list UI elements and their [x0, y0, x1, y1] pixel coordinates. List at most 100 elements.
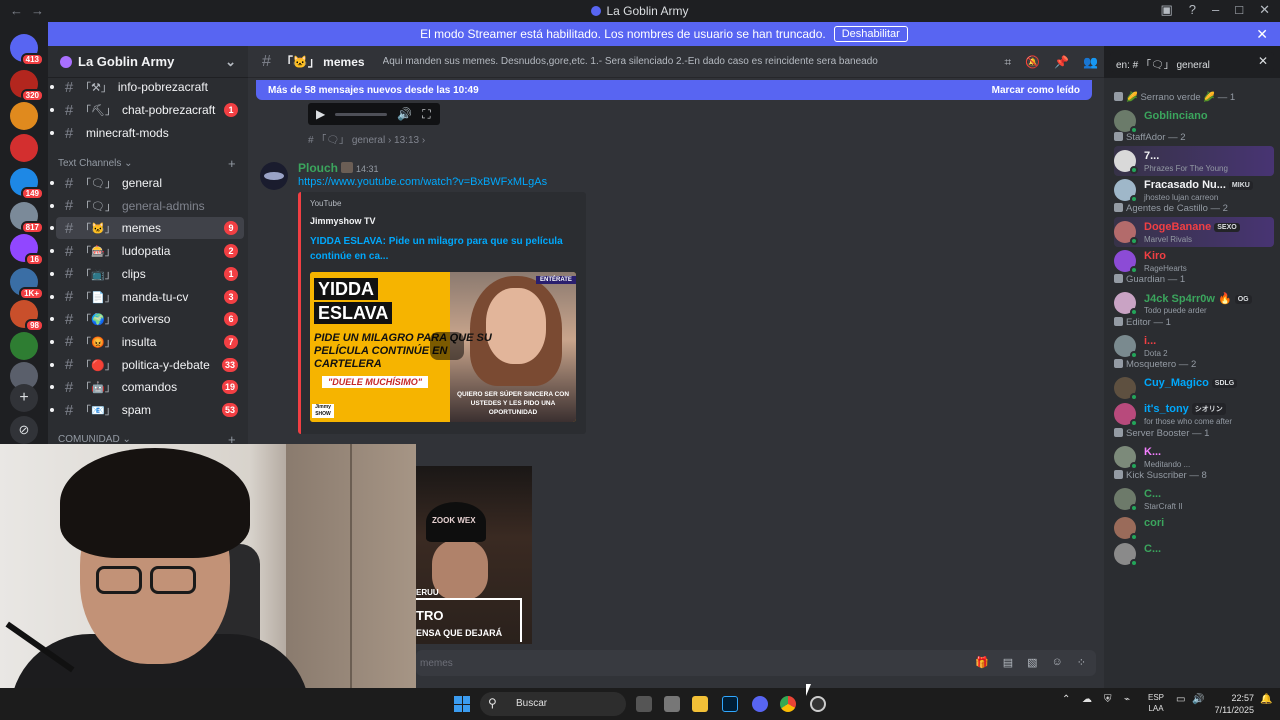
volume-tray-icon[interactable]: 🔊	[1192, 694, 1204, 705]
member-item[interactable]: C...	[1114, 539, 1274, 569]
category-text-channels[interactable]: Text Channels ⌄ +	[58, 156, 236, 171]
member-item[interactable]: 7... Phrazes For The Young	[1114, 146, 1274, 176]
add-server-icon[interactable]: +	[10, 384, 38, 412]
server-icon[interactable]	[10, 134, 38, 162]
network-icon[interactable]: ⌁	[1124, 694, 1130, 705]
embed-title[interactable]: YIDDA ESLAVA: Pide un milagro para que s…	[310, 234, 570, 264]
server-icon[interactable]: 413	[10, 34, 44, 66]
server-icon[interactable]	[10, 332, 38, 360]
author-name[interactable]: Plouch	[298, 161, 338, 175]
server-icon[interactable]: 16	[10, 234, 44, 266]
security-icon[interactable]: ⛨	[1104, 694, 1112, 705]
server-badge: 817	[20, 221, 44, 234]
monitor-icon[interactable]: ▭	[1176, 694, 1185, 705]
gift-icon[interactable]: 🎁	[975, 656, 989, 669]
help-icon[interactable]: ?	[1189, 2, 1196, 18]
guild-header[interactable]: La Goblin Army ⌄	[48, 46, 248, 78]
message-input[interactable]: memes 🎁 ▤ ▧ ☺ ⁘	[416, 650, 1096, 676]
channel-item[interactable]: # 「⛏」 chat-pobrezacraft 1	[50, 99, 244, 121]
channel-item[interactable]: # 「📄」 manda-tu-cv 3	[50, 286, 244, 308]
close-window-icon[interactable]: ✕	[1259, 2, 1270, 18]
emoji-icon[interactable]: ☺	[1052, 656, 1063, 669]
channel-item[interactable]: # 「🎰」 ludopatia 2	[50, 240, 244, 262]
play-button-icon[interactable]	[430, 332, 464, 360]
member-item[interactable]: Fracasado Nu... MIKU jhosteo lujan carreon	[1114, 175, 1274, 205]
video-attachment[interactable]: ZOOK WEX ERUU TRO ENSA QUE DEJARÁ	[416, 466, 532, 644]
disable-streamer-button[interactable]: Deshabilitar	[833, 26, 908, 42]
volume-icon[interactable]: 🔊	[397, 107, 412, 121]
windows-start-icon[interactable]	[454, 696, 470, 712]
audio-progress[interactable]	[335, 112, 388, 116]
channel-item[interactable]: # 「⚒」 info-pobrezacraft	[50, 76, 244, 98]
gif-icon[interactable]: ▤	[1003, 656, 1013, 669]
video-thumbnail[interactable]: YIDDA ESLAVA PIDE UN MILAGRO PARA QUE SU…	[310, 272, 576, 422]
channel-item[interactable]: # 「📧」 spam 53	[50, 399, 244, 421]
reply-reference[interactable]: # 「🗨」 general › 13:13 ›	[308, 131, 425, 146]
member-item[interactable]: J4ck Sp4rr0w 🔥 OG Todo puede arder	[1114, 288, 1274, 318]
chevron-down-icon[interactable]: ⌄	[225, 54, 236, 70]
app-icon[interactable]	[664, 696, 680, 712]
minimize-icon[interactable]: –	[1212, 2, 1219, 18]
server-icon[interactable]: 817	[10, 202, 44, 234]
server-icon[interactable]	[10, 102, 38, 130]
new-messages-bar[interactable]: Más de 58 mensajes nuevos desde las 10:4…	[256, 80, 1092, 100]
server-icon[interactable]: 149	[10, 168, 44, 200]
server-icon[interactable]: 320	[10, 70, 44, 102]
tray-chevron-icon[interactable]: ⌃	[1062, 694, 1070, 705]
channel-item[interactable]: # minecraft-mods	[50, 122, 244, 144]
member-item[interactable]: i... Dota 2	[1114, 331, 1274, 361]
chrome-icon[interactable]	[780, 696, 796, 712]
channel-item[interactable]: # 「📺」 clips 1	[50, 263, 244, 285]
notification-icon[interactable]: 🔔	[1260, 694, 1272, 705]
channel-item[interactable]: # 「🐱」 memes 9	[50, 217, 244, 240]
apps-icon[interactable]: ⁘	[1077, 656, 1086, 669]
onedrive-icon[interactable]: ☁	[1082, 694, 1092, 705]
avatar[interactable]	[260, 162, 288, 190]
play-icon[interactable]: ▶	[316, 107, 325, 121]
member-item[interactable]: Kiro RageHearts	[1114, 246, 1274, 276]
message-author[interactable]: Plouch 14:31	[298, 161, 379, 175]
channel-item[interactable]: # 「🗨」 general-admins	[50, 195, 244, 217]
close-icon[interactable]: ✕	[1256, 26, 1268, 43]
member-item[interactable]: DogeBanane SEXO Marvel Rivals	[1114, 217, 1274, 247]
embed-author[interactable]: Jimmyshow TV	[310, 216, 376, 226]
channel-item[interactable]: # 「🔴」 politica-y-debate 33	[50, 354, 244, 376]
task-view-icon[interactable]	[636, 696, 652, 712]
role-icon	[1114, 203, 1123, 212]
thumb-logo: Jimmy SHOW	[312, 404, 334, 418]
taskbar-search[interactable]: ⚲ Buscar	[480, 692, 626, 716]
member-status: Dota 2	[1144, 348, 1168, 358]
inbox-icon[interactable]: ▣	[1160, 2, 1172, 18]
sticker-icon[interactable]: ▧	[1027, 656, 1037, 669]
members-icon[interactable]: 👥	[1083, 55, 1098, 70]
member-item[interactable]: C... StarCraft II	[1114, 484, 1274, 514]
member-status: Marvel Rivals	[1144, 235, 1193, 244]
mark-read-button[interactable]: Marcar como leído	[992, 85, 1080, 96]
input-language[interactable]: ESP LAA	[1148, 692, 1164, 714]
file-explorer-icon[interactable]	[692, 696, 708, 712]
member-item[interactable]: K... Meditando ...	[1114, 442, 1274, 472]
discover-icon[interactable]: ⊘	[10, 416, 38, 444]
channel-item[interactable]: # 「🗨」 general	[50, 172, 244, 194]
server-icon[interactable]: 98	[10, 300, 44, 332]
threads-icon[interactable]: ⌗	[1004, 55, 1011, 70]
fullscreen-icon[interactable]: ⛶	[422, 107, 430, 122]
channel-item[interactable]: # 「😡」 insulta 7	[50, 331, 244, 353]
member-item[interactable]: it's_tony シオリン for those who come after	[1114, 399, 1274, 429]
clear-search-icon[interactable]: ✕	[1258, 54, 1268, 68]
discord-icon[interactable]	[752, 696, 768, 712]
audio-player[interactable]: ▶ 🔊 ⛶	[308, 103, 440, 125]
add-channel-icon[interactable]: +	[228, 156, 236, 171]
clock[interactable]: 22:57 7/11/2025	[1210, 692, 1254, 716]
search-input[interactable]: en: # 「🗨」 general ✕	[1110, 52, 1274, 72]
obs-icon[interactable]	[810, 696, 826, 712]
notifications-icon[interactable]: 🔕	[1025, 55, 1040, 70]
channel-topic[interactable]: Aqui manden sus memes. Desnudos,gore,etc…	[383, 56, 1023, 67]
maximize-icon[interactable]: □	[1235, 2, 1243, 18]
message-link[interactable]: https://www.youtube.com/watch?v=BxBWFxML…	[298, 176, 547, 188]
pin-icon[interactable]: 📌	[1054, 55, 1069, 70]
server-icon[interactable]: 1K+	[10, 268, 44, 300]
channel-item[interactable]: # 「🤖」 comandos 19	[50, 376, 244, 398]
channel-item[interactable]: # 「🌍」 coriverso 6	[50, 308, 244, 330]
photoshop-icon[interactable]	[722, 696, 738, 712]
